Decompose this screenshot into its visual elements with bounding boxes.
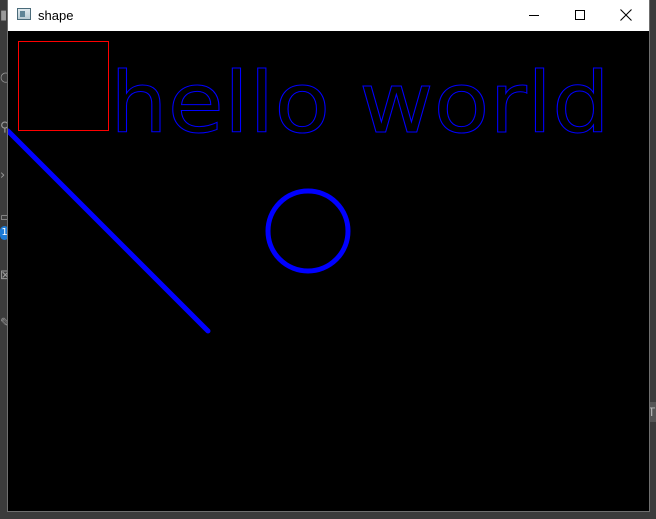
maximize-icon [575,10,585,20]
background-icon: ▮ [0,8,8,23]
background-icon: › [0,168,6,183]
maximize-button[interactable] [557,0,603,31]
hello-world-text: hello world [110,54,610,152]
background-edge-label: T [648,402,656,422]
app-window-icon [17,8,31,20]
window-title: shape [38,8,74,23]
minimize-icon [529,15,539,16]
shape-window: shape hello world [8,0,649,511]
title-bar[interactable]: shape [8,0,649,31]
minimize-button[interactable] [511,0,557,31]
close-button[interactable] [603,0,649,31]
close-icon [620,9,632,21]
drawing-canvas: hello world [8,31,649,511]
